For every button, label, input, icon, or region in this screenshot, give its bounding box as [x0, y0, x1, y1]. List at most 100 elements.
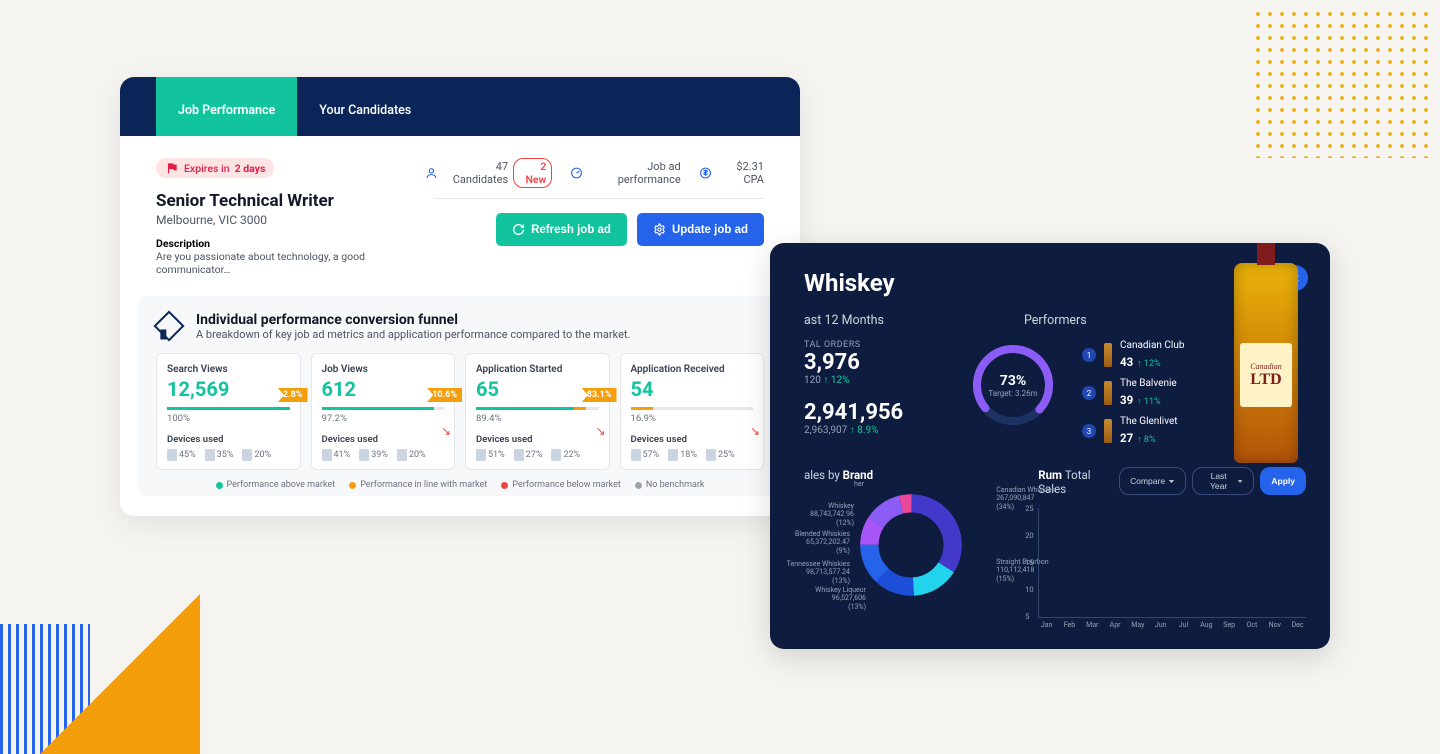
metric-label: Application Started	[476, 364, 599, 375]
devices-label: Devices used	[322, 434, 445, 445]
description-text: Are you passionate about technology, a g…	[156, 250, 425, 276]
metric-pct: 16.9%	[631, 413, 754, 424]
gear-icon	[653, 223, 666, 236]
bottle-label-2: LTD	[1250, 371, 1281, 389]
performer-name: The Glenlivet	[1120, 416, 1178, 427]
device-share: 20%	[242, 449, 271, 461]
performer-rank: 3	[1082, 424, 1096, 438]
device-icon	[551, 449, 561, 461]
person-icon	[425, 166, 438, 180]
chevron-down-icon	[1168, 478, 1175, 485]
performer-value: 39	[1120, 393, 1133, 407]
update-job-button[interactable]: Update job ad	[637, 213, 764, 246]
funnel-subtitle: A breakdown of key job ad metrics and ap…	[196, 328, 630, 341]
device-icon	[397, 449, 407, 461]
funnel-icon	[153, 310, 184, 341]
metric-pct: 97.2%	[322, 413, 445, 424]
rum-bar-chart: 252015105	[1038, 508, 1306, 618]
performer-delta: ↑ 8%	[1137, 435, 1155, 445]
metric-pct: 100%	[167, 413, 290, 424]
device-icon	[322, 449, 332, 461]
device-share: 45%	[167, 449, 196, 461]
decoration-dots	[1252, 8, 1432, 158]
device-icon	[242, 449, 252, 461]
performer-rank: 2	[1082, 386, 1096, 400]
device-share: 35%	[205, 449, 234, 461]
metric-label: Search Views	[167, 364, 290, 375]
legend-inline: Performance in line with market	[360, 480, 487, 490]
donut-label-other: her	[784, 480, 864, 488]
expires-pill: Expires in 2 days	[156, 158, 274, 178]
kpi-orders-sub: 120	[804, 375, 821, 386]
device-share: 18%	[668, 449, 697, 461]
xaxis-label: Mar	[1084, 621, 1101, 629]
performer-name: Canadian Club	[1120, 340, 1185, 351]
perf-label: Job ad performance	[588, 160, 680, 186]
kpi-orders-value: 3,976	[804, 350, 944, 375]
donut-label-whiskey: Whiskey88,743,742.96(12%)	[774, 502, 854, 527]
performer-value: 27	[1120, 431, 1133, 445]
legend-none: No benchmark	[646, 480, 705, 490]
bottle-mini-icon	[1104, 381, 1112, 405]
metric-label: Application Received	[631, 364, 754, 375]
expires-label: Expires in	[184, 162, 230, 175]
legend-below: Performance below market	[512, 480, 620, 490]
product-bottle-image: Canadian LTD	[1234, 263, 1298, 463]
funnel-metric-2: Application Started 65 83.1% 89.4% ↘ Dev…	[465, 353, 610, 470]
dollar-icon	[699, 166, 712, 180]
period-label: Last Year	[1203, 471, 1234, 491]
tab-your-candidates[interactable]: Your Candidates	[297, 77, 433, 136]
metric-label: Job Views	[322, 364, 445, 375]
devices-label: Devices used	[631, 434, 754, 445]
kpi-orders: TAL ORDERS 3,976 120 12% 2,941,956 2,963…	[804, 340, 944, 454]
device-share: 20%	[397, 449, 426, 461]
performer-rank: 1	[1082, 348, 1096, 362]
target-gauge: 73% Target: 3.26m	[968, 340, 1058, 430]
job-performance-card: Job Performance Your Candidates Expires …	[120, 77, 800, 516]
drop-arrow-icon: ↘	[750, 424, 760, 438]
xaxis-label: Nov	[1266, 621, 1283, 629]
metric-value: 54	[631, 377, 754, 401]
period-dropdown[interactable]: Last Year	[1192, 467, 1254, 495]
device-icon	[205, 449, 215, 461]
device-share: 41%	[322, 449, 351, 461]
perf-link[interactable]: Job ad performance	[570, 160, 680, 186]
device-share: 39%	[359, 449, 388, 461]
funnel-metric-3: Application Received 54 16.9% ↘ Devices …	[620, 353, 765, 470]
cpa-value: $2.31 CPA	[717, 160, 764, 186]
bottle-mini-icon	[1104, 343, 1112, 367]
bottle-mini-icon	[1104, 419, 1112, 443]
bottle-label-1: Canadian	[1250, 362, 1282, 371]
apply-button[interactable]: Apply	[1260, 467, 1306, 495]
kpi-revenue-delta: 8.9%	[850, 425, 879, 436]
refresh-job-button[interactable]: Refresh job ad	[496, 213, 627, 246]
xaxis-label: Apr	[1107, 621, 1124, 629]
performer-delta: ↑ 11%	[1137, 397, 1160, 407]
tabs: Job Performance Your Candidates	[120, 77, 800, 136]
donut-label-blended: Blended Whiskies65,372,202.47(9%)	[770, 530, 850, 555]
device-icon	[359, 449, 369, 461]
job-title: Senior Technical Writer	[156, 191, 425, 211]
metric-value: 12,569	[167, 377, 290, 401]
devices-label: Devices used	[167, 434, 290, 445]
refresh-job-label: Refresh job ad	[531, 224, 611, 236]
flag-icon	[165, 161, 179, 175]
xaxis-label: Oct	[1244, 621, 1261, 629]
expires-value: 2 days	[235, 162, 266, 175]
funnel-legend: Performance above market Performance in …	[156, 480, 764, 490]
chevron-down-icon	[1237, 478, 1243, 485]
new-badge: 2 New	[513, 158, 552, 188]
compare-dropdown[interactable]: Compare	[1119, 467, 1186, 495]
candidates-count[interactable]: 47 Candidates 2 New	[425, 158, 552, 188]
legend-above: Performance above market	[227, 480, 336, 490]
kpi-revenue-sub: 2,963,907	[804, 425, 847, 436]
xaxis-label: Jul	[1175, 621, 1192, 629]
tab-job-performance[interactable]: Job Performance	[156, 77, 297, 136]
divider	[434, 198, 764, 199]
cpa-metric: $2.31 CPA	[699, 160, 764, 186]
funnel-metric-1: Job Views 612 10.6% 97.2% ↘ Devices used…	[311, 353, 456, 470]
performer-delta: ↑ 12%	[1137, 359, 1160, 369]
performer-value: 43	[1120, 355, 1133, 369]
xaxis-label: May	[1129, 621, 1146, 629]
kpi-revenue-value: 2,941,956	[804, 400, 944, 425]
